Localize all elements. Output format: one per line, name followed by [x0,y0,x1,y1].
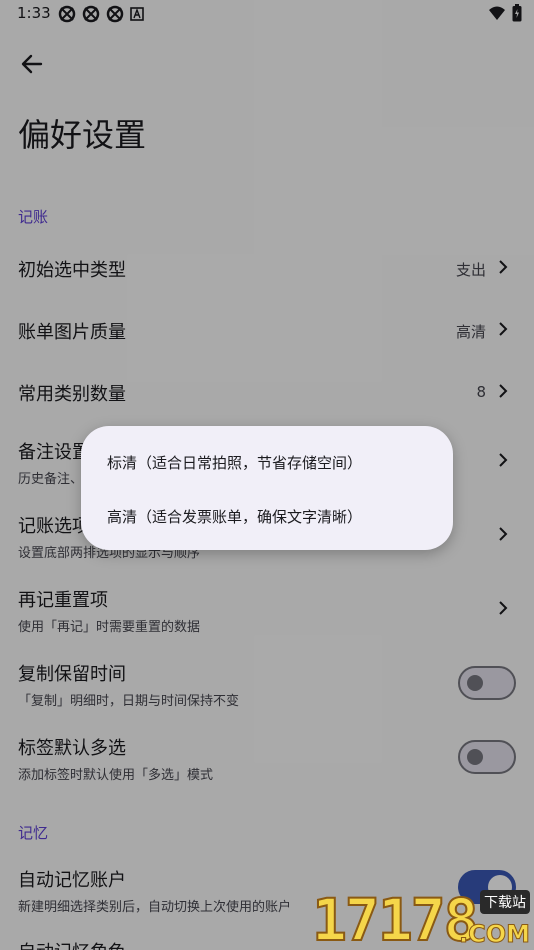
menu-item-high-quality[interactable]: 高清（适合发票账单，确保文字清晰） [107,506,362,527]
site-watermark: 17178 .COM 下载站 [310,885,534,950]
menu-item-standard-quality[interactable]: 标清（适合日常拍照，节省存储空间） [107,452,362,473]
preferences-screen: 1:33 偏好设置 记账 初始选中类型 支出 账单图片质量 高清 常用类别数量 … [0,0,534,950]
image-quality-menu: 标清（适合日常拍照，节省存储空间） 高清（适合发票账单，确保文字清晰） [81,426,453,550]
watermark-tag: 下载站 [480,890,530,914]
watermark-suffix: .COM [458,920,530,949]
watermark-digits: 17178 [311,885,480,950]
